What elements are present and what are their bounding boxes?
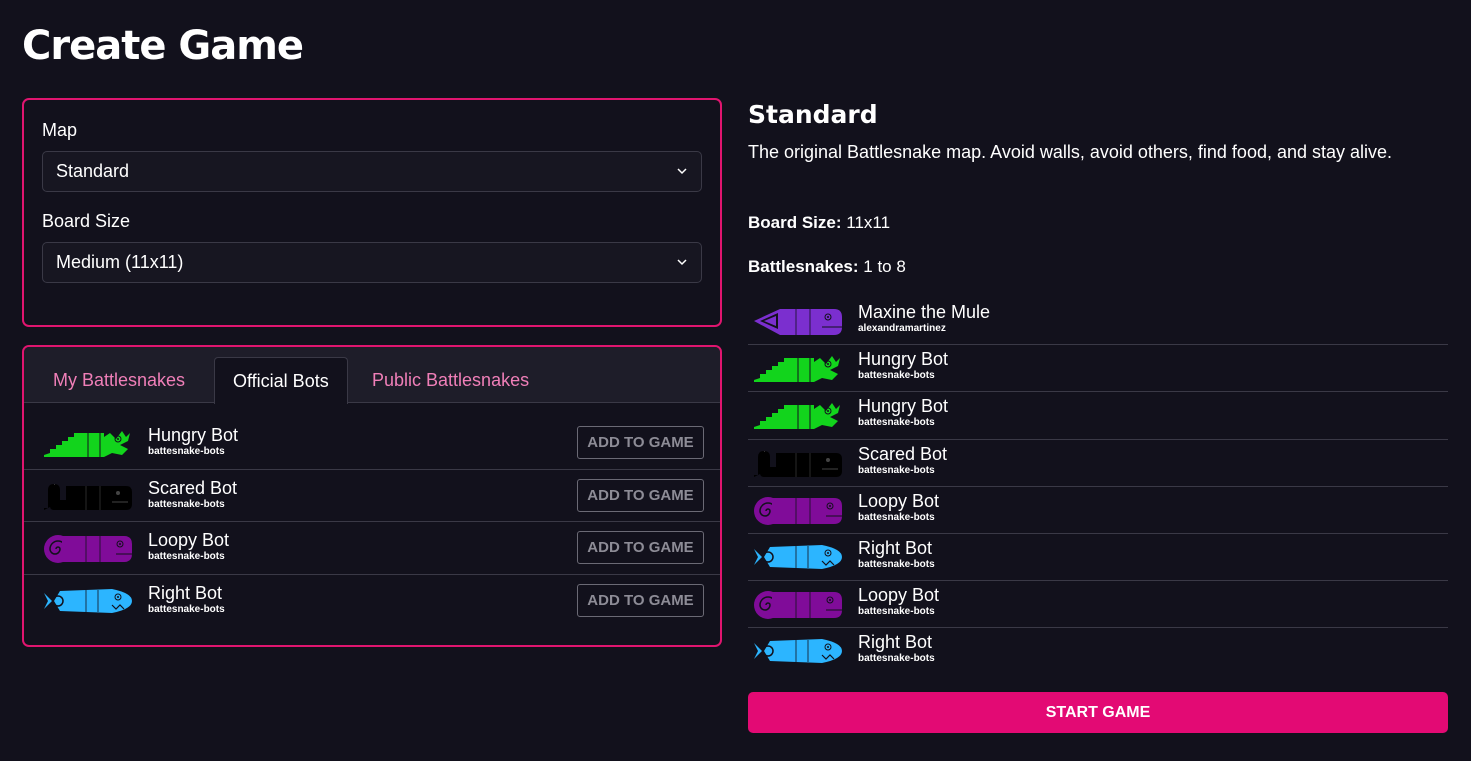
game-snake-row: Scared Bot battesnake-bots [748, 440, 1448, 487]
tab-my-battlesnakes[interactable]: My Battlesnakes [35, 357, 203, 403]
battlesnakes-count-info: Battlesnakes: 1 to 8 [748, 256, 906, 278]
bot-list: Hungry Bot battesnake-bots ADD TO GAME S… [24, 417, 720, 627]
battlesnakes-count-label: Battlesnakes: [748, 257, 859, 276]
scared-snake-icon [752, 447, 842, 479]
game-snake-author: battesnake-bots [858, 606, 935, 618]
bot-row: Scared Bot battesnake-bots ADD TO GAME [24, 470, 720, 522]
right-snake-icon [752, 541, 842, 573]
game-snake-author: battesnake-bots [858, 511, 935, 523]
game-snake-author: alexandramartinez [858, 323, 946, 334]
game-snake-author: battesnake-bots [858, 417, 935, 429]
bot-row: Loopy Bot battesnake-bots ADD TO GAME [24, 522, 720, 575]
tab-bar: My Battlesnakes Official Bots Public Bat… [24, 347, 720, 404]
add-to-game-button[interactable]: ADD TO GAME [577, 583, 704, 617]
game-snake-name: Right Bot [858, 632, 933, 653]
board-size-select[interactable]: Medium (11x11) [42, 242, 702, 283]
map-label: Map [42, 120, 78, 140]
game-snake-row: Loopy Bot battesnake-bots [748, 581, 1448, 629]
game-snake-row: Right Bot battesnake-bots [748, 628, 1448, 675]
board-size-select-value: Medium (11x11) [56, 252, 184, 272]
bot-name: Loopy Bot [148, 530, 230, 550]
bot-name: Scared Bot [148, 477, 238, 498]
game-snake-row: Hungry Bot battesnake-bots [748, 345, 1448, 393]
loopy-snake-icon [752, 588, 842, 620]
right-snake-icon [42, 585, 132, 617]
bot-row: Right Bot battesnake-bots ADD TO GAME [24, 575, 720, 628]
game-snake-author: battesnake-bots [858, 464, 935, 476]
map-select-value: Standard [56, 161, 130, 181]
game-snake-name: Hungry Bot [858, 396, 949, 417]
board-size-info: Board Size: 11x11 [748, 212, 890, 234]
board-size-label: Board Size [42, 211, 131, 231]
bot-author: battesnake-bots [148, 446, 225, 457]
hungry-snake-icon [752, 399, 842, 431]
game-snake-name: Scared Bot [858, 443, 948, 464]
board-size-info-label: Board Size: [748, 213, 842, 232]
map-description: The original Battlesnake map. Avoid wall… [748, 142, 1393, 162]
game-snake-author: battesnake-bots [858, 653, 935, 665]
game-snake-row: Maxine the Mule alexandramartinez [748, 298, 1448, 346]
game-snake-author: battesnake-bots [858, 370, 935, 382]
bot-author: battesnake-bots [148, 603, 225, 615]
chevron-down-icon [677, 259, 687, 266]
map-select[interactable]: Standard [42, 151, 702, 192]
add-to-game-button[interactable]: ADD TO GAME [577, 478, 704, 512]
add-to-game-button[interactable]: ADD TO GAME [577, 531, 704, 564]
bot-name: Hungry Bot [148, 425, 239, 445]
bot-selection-panel: My Battlesnakes Official Bots Public Bat… [22, 345, 722, 647]
chevron-down-icon [677, 168, 687, 175]
hungry-snake-icon [752, 352, 842, 384]
game-snake-name: Loopy Bot [858, 585, 940, 606]
start-game-button[interactable]: START GAME [748, 692, 1448, 733]
tab-public-battlesnakes[interactable]: Public Battlesnakes [354, 357, 547, 403]
maxine-snake-icon [752, 305, 842, 337]
loopy-snake-icon [42, 532, 132, 564]
game-snake-name: Maxine the Mule [858, 302, 991, 322]
board-size-info-value: 11x11 [841, 213, 891, 232]
right-snake-icon [752, 635, 842, 667]
map-settings-panel: Map Standard Board Size Medium (11x11) [22, 98, 722, 327]
game-snake-name: Right Bot [858, 537, 933, 558]
game-snake-author: battesnake-bots [858, 558, 935, 570]
page-title: Create Game [22, 23, 304, 69]
loopy-snake-icon [752, 494, 842, 526]
bot-row: Hungry Bot battesnake-bots ADD TO GAME [24, 417, 720, 470]
map-detail-title: Standard [748, 100, 878, 129]
game-snake-list: Maxine the Mule alexandramartinez Hungry… [748, 298, 1448, 676]
tab-official-bots[interactable]: Official Bots [214, 357, 348, 404]
game-snake-row: Hungry Bot battesnake-bots [748, 392, 1448, 440]
game-snake-row: Loopy Bot battesnake-bots [748, 487, 1448, 534]
game-snake-name: Hungry Bot [858, 349, 949, 370]
scared-snake-icon [42, 480, 132, 512]
bot-author: battesnake-bots [148, 551, 225, 562]
game-snake-row: Right Bot battesnake-bots [748, 534, 1448, 582]
game-snake-name: Loopy Bot [858, 490, 940, 511]
bot-author: battesnake-bots [148, 498, 225, 510]
hungry-snake-icon [42, 427, 132, 459]
bot-name: Right Bot [148, 582, 223, 603]
add-to-game-button[interactable]: ADD TO GAME [577, 426, 704, 459]
battlesnakes-count-value: 1 to 8 [858, 257, 906, 276]
